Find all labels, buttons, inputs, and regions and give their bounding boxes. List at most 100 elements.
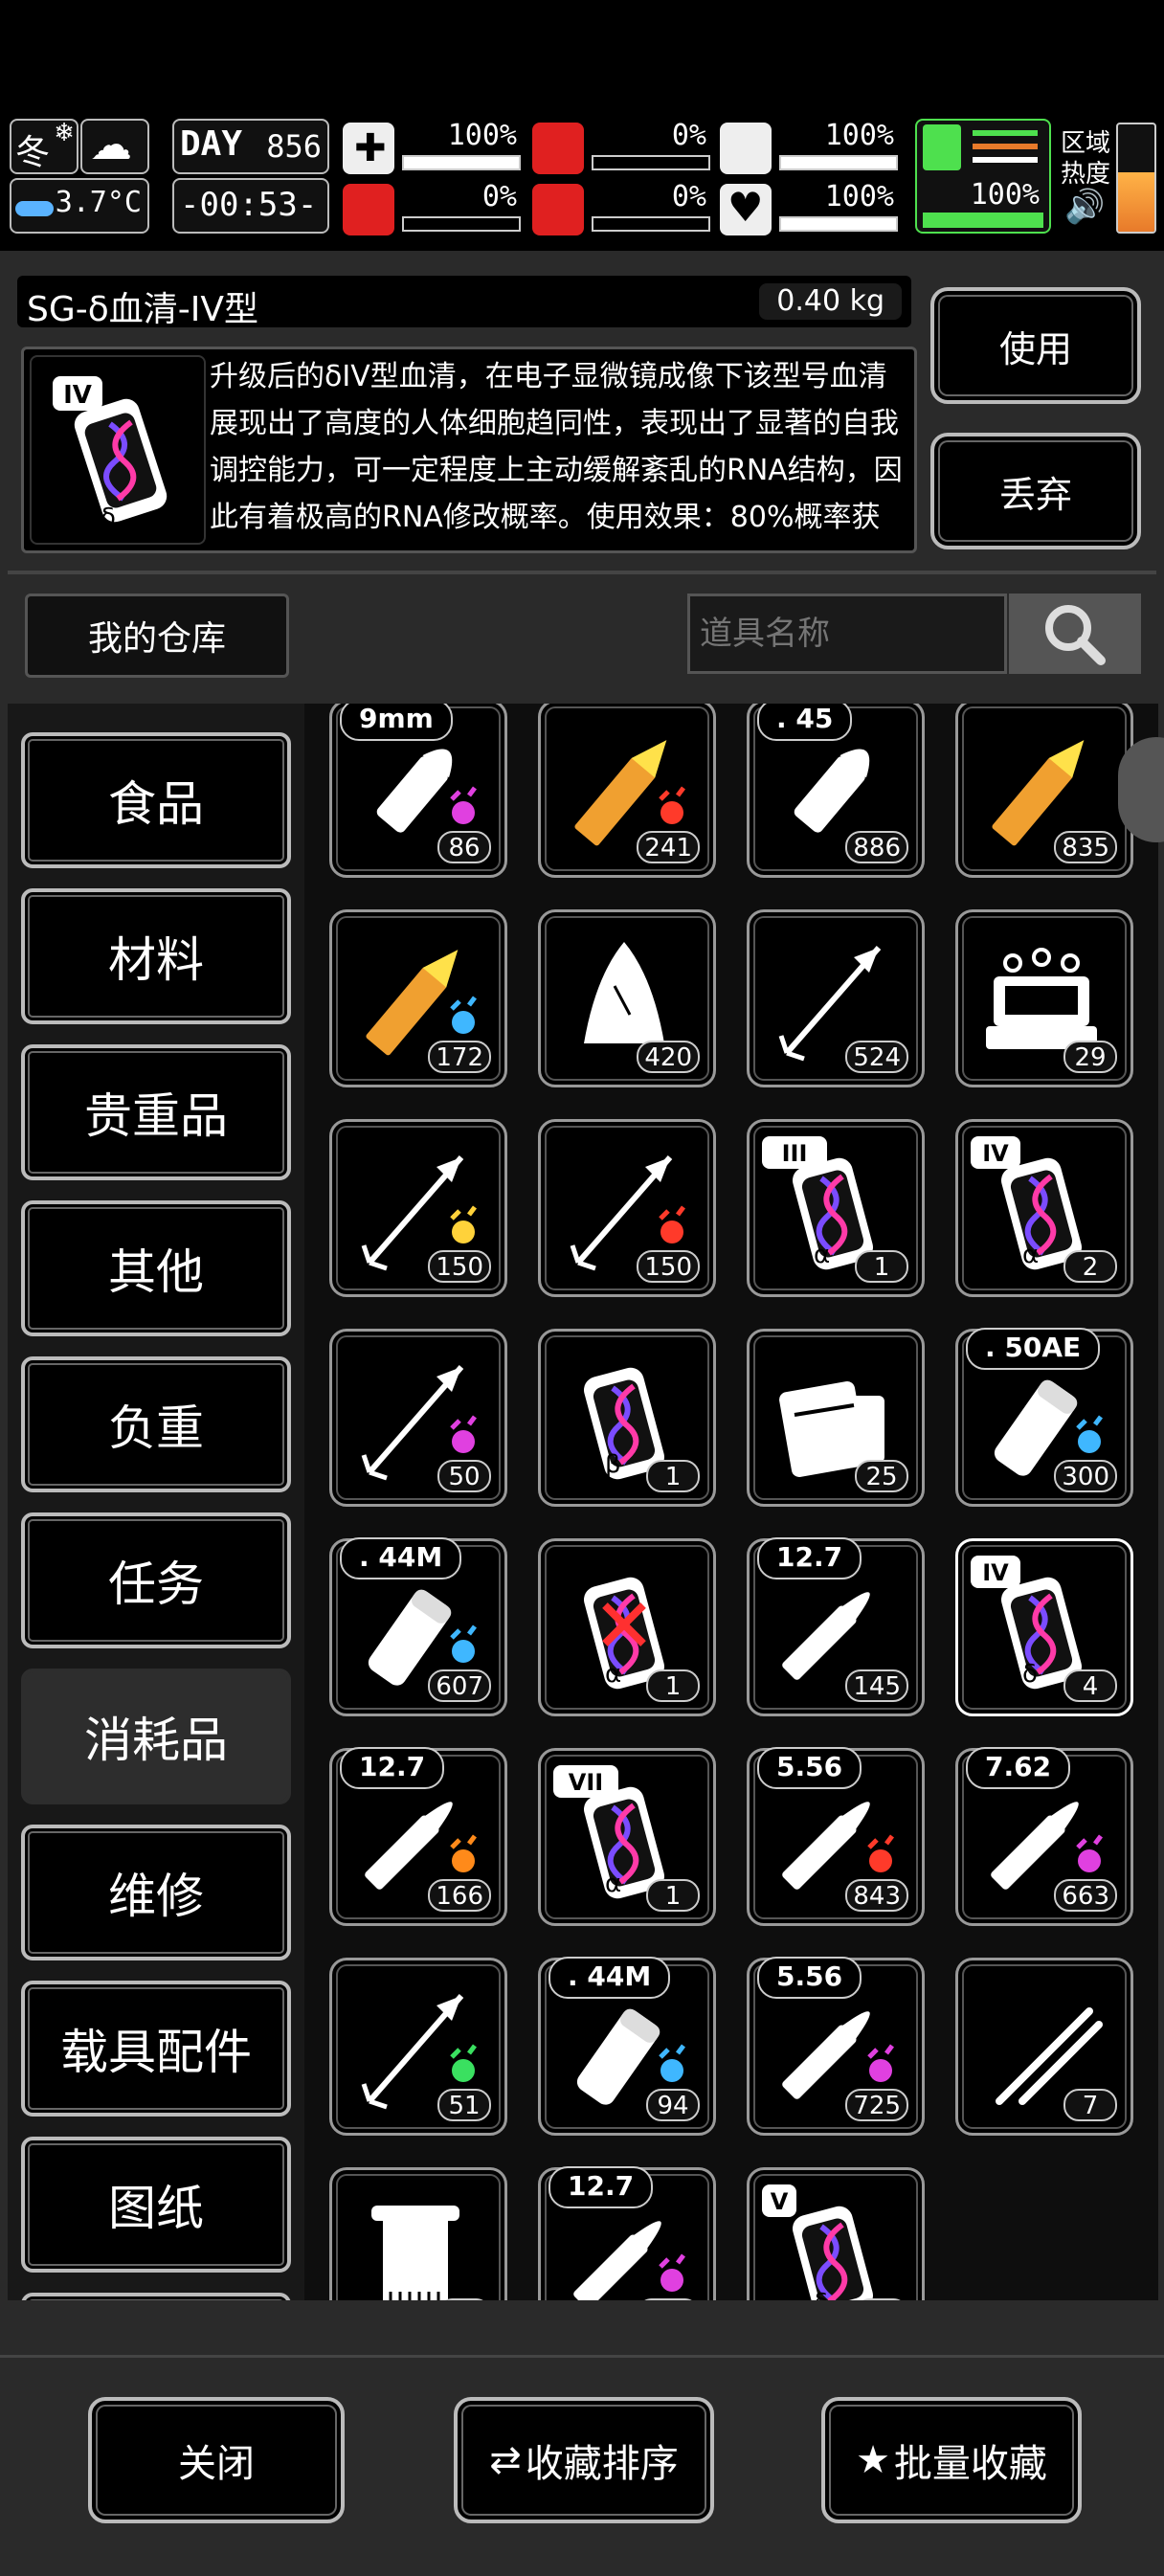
svg-text:β: β (605, 1450, 621, 1479)
item-count: 7 (1063, 2089, 1117, 2121)
water-bar (779, 155, 898, 170)
inventory-slot[interactable]: . 44M 607 (329, 1537, 507, 1716)
search-button[interactable] (1009, 594, 1141, 674)
warehouse-title: 我的仓库 (25, 594, 289, 678)
category-label: 食品 (108, 776, 204, 832)
category-item[interactable]: 蓝图 (21, 2293, 291, 2300)
caliber-label: 9mm (340, 704, 453, 741)
heart-icon: ♥ (720, 184, 772, 235)
inventory-slot[interactable]: 524 (747, 909, 925, 1087)
item-description-box: IV δ 升级后的δIV型血清，在电子显微镜成像下该型号血清展现出了高度的人体细… (21, 347, 917, 553)
mood-value: 100% (824, 180, 894, 213)
svg-text:δ: δ (101, 504, 116, 532)
swap-arrows-icon: ⇄ (489, 2438, 522, 2482)
category-item[interactable]: 食品 (21, 732, 291, 868)
inventory-slot[interactable]: 150 (538, 1119, 716, 1297)
caliber-label: . 44M (548, 1957, 671, 1999)
item-count: 150 (637, 1250, 700, 1283)
item-count: 94 (646, 2089, 700, 2121)
item-count: 725 (845, 2089, 908, 2121)
hunger-value: 0% (671, 119, 706, 152)
inventory-slot[interactable]: 7 (955, 1958, 1133, 2136)
category-item[interactable]: 图纸 (21, 2137, 291, 2273)
season-chip: 冬 ❄ (10, 119, 78, 174)
item-count: 172 (428, 1041, 491, 1073)
star-icon: ★ (856, 2438, 890, 2482)
item-count: 51 (437, 2089, 491, 2121)
svg-text:δ: δ (1022, 1660, 1038, 1689)
inventory-slot[interactable]: 241 (538, 704, 716, 878)
category-label: 其他 (108, 1244, 204, 1300)
blood-drop-icon (532, 184, 584, 235)
svg-text:α: α (814, 1241, 830, 1269)
category-item[interactable]: 其他 (21, 1200, 291, 1336)
caliber-label: 12.7 (548, 2166, 654, 2208)
category-item[interactable]: 维修 (21, 1825, 291, 1960)
zone-heat-label: 区域 热度 (1061, 129, 1111, 189)
item-count: 752 (637, 2298, 700, 2300)
close-button[interactable]: 关闭 (88, 2397, 345, 2523)
inventory-slot[interactable]: 12.7 166 (329, 1747, 507, 1926)
category-item[interactable]: 负重 (21, 1356, 291, 1492)
category-item[interactable]: 贵重品 (21, 1044, 291, 1180)
item-count: 663 (1054, 1879, 1117, 1912)
inventory-slot[interactable]: 25 (747, 1329, 925, 1507)
inventory-slot[interactable]: α1 (538, 1538, 716, 1716)
inventory-slot[interactable]: 835 (955, 704, 1133, 878)
inventory-slot[interactable]: 150 (329, 1119, 507, 1297)
inventory-slot[interactable]: Vδ1 (747, 2167, 925, 2300)
inventory-slot[interactable]: 12.7 752 (538, 2166, 716, 2300)
category-item[interactable]: 消耗品 (21, 1669, 291, 1804)
category-list[interactable]: 食品材料贵重品其他负重任务消耗品维修载具配件图纸蓝图 (8, 704, 304, 2300)
mood-bar (779, 216, 898, 232)
item-count: 300 (1054, 1460, 1117, 1492)
stamina-chip: 100% (915, 119, 1051, 234)
snow-icon: ❄ (54, 119, 75, 147)
search-icon (1045, 605, 1106, 665)
svg-text:IV: IV (63, 381, 92, 410)
caliber-label: . 45 (757, 704, 853, 741)
inventory-slot[interactable]: 51 (329, 1958, 507, 2136)
inventory-slot[interactable]: IV α 2 (955, 1119, 1133, 1297)
svg-text:α: α (1022, 1241, 1039, 1269)
inventory-slot[interactable]: 7.62 663 (955, 1747, 1133, 1926)
svg-text:V: V (771, 2188, 789, 2215)
brain-icon (343, 184, 394, 235)
inventory-slot[interactable]: 9mm 86 (329, 704, 507, 878)
category-item[interactable]: 材料 (21, 888, 291, 1024)
inventory-slot[interactable]: 172 (329, 909, 507, 1087)
inventory-slot[interactable]: 12.7 145 (747, 1537, 925, 1716)
inventory-slot[interactable]: 50 (329, 1329, 507, 1507)
inventory-slot[interactable]: . 44M 94 (538, 1957, 716, 2136)
svg-text:IV: IV (982, 1140, 1009, 1167)
scroll-handle[interactable] (1118, 737, 1164, 842)
inventory-slot[interactable]: 5.56 843 (747, 1747, 925, 1926)
water-value: 100% (824, 119, 894, 152)
batch-favorite-button[interactable]: ★ 批量收藏 (821, 2397, 1082, 2523)
item-count: 843 (845, 1879, 908, 1912)
warehouse-title-text: 我的仓库 (87, 619, 226, 659)
speaker-icon[interactable]: 🔊 (1064, 188, 1105, 226)
blood-value: 0% (671, 180, 706, 213)
inventory-slot[interactable]: 29 (955, 909, 1133, 1087)
inventory-slot[interactable]: IV δ 4 (955, 1538, 1133, 1716)
health-value: 100% (447, 119, 517, 152)
inventory-slot[interactable]: 5.56 725 (747, 1957, 925, 2136)
search-input[interactable] (687, 594, 1007, 674)
favorite-sort-button[interactable]: ⇄ 收藏排序 (454, 2397, 714, 2523)
use-button[interactable]: 使用 (930, 287, 1141, 404)
inventory-slot[interactable]: β1 (538, 1329, 716, 1507)
serum-icon: IV δ (53, 376, 168, 532)
inventory-slot[interactable]: III α 1 (747, 1119, 925, 1297)
inventory-slot[interactable]: 41 (329, 2167, 507, 2300)
inventory-slot[interactable]: . 50AE 300 (955, 1328, 1133, 1507)
svg-text:δ: δ (814, 2289, 829, 2300)
inventory-slot[interactable]: VII α 1 (538, 1748, 716, 1926)
drop-button[interactable]: 丢弃 (930, 433, 1141, 549)
item-count: 86 (437, 831, 491, 863)
category-item[interactable]: 任务 (21, 1512, 291, 1648)
item-grid[interactable]: 9mm 86 241. 45 886 835 172 420 524 29 150 150 III α 1… (304, 704, 1158, 2300)
category-item[interactable]: 载具配件 (21, 1981, 291, 2117)
inventory-slot[interactable]: 420 (538, 909, 716, 1087)
inventory-slot[interactable]: . 45 886 (747, 704, 925, 878)
